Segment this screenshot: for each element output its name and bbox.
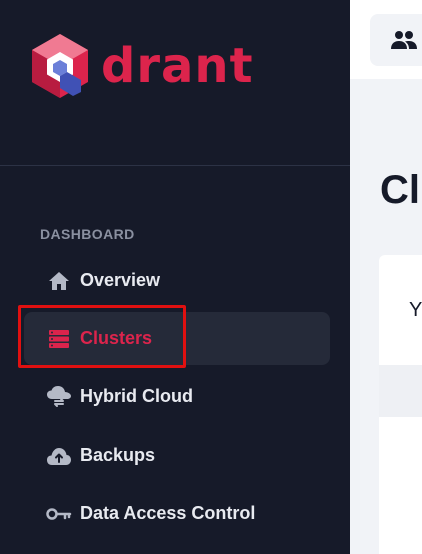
sidebar-item-label: Backups (80, 445, 156, 465)
page-title: Clu (380, 168, 422, 212)
content-card: Y (379, 255, 422, 554)
main-content: Clu Y (350, 0, 422, 554)
top-bar (350, 0, 422, 79)
sidebar-item-label: Data Access Control (80, 503, 256, 523)
sidebar-item-hybrid-cloud[interactable]: Hybrid Cloud (24, 370, 330, 423)
key-icon (44, 499, 74, 529)
brand-logo[interactable]: drant (29, 32, 253, 100)
sidebar-item-overview[interactable]: Overview (24, 254, 330, 307)
brand-name: drant (101, 38, 254, 94)
section-label-dashboard: DASHBOARD (40, 226, 135, 242)
sidebar-item-backups[interactable]: Backups (24, 429, 330, 482)
qdrant-cube-logo-icon (32, 34, 88, 98)
card-header-band (379, 365, 422, 417)
users-button[interactable] (370, 14, 422, 66)
users-icon (391, 31, 417, 49)
sidebar-item-data-access-control[interactable]: Data Access Control (24, 487, 330, 540)
card-text: Y (409, 299, 422, 321)
sidebar-item-label: Overview (80, 270, 161, 290)
home-icon (44, 266, 74, 296)
sidebar-item-label: Hybrid Cloud (80, 386, 193, 406)
hybrid-cloud-icon (44, 382, 74, 412)
sidebar: drant DASHBOARD Overview Clusters Hybrid… (0, 0, 350, 554)
cloud-upload-icon (44, 441, 74, 471)
sidebar-divider (0, 165, 350, 166)
sidebar-item-label: Clusters (80, 328, 153, 348)
sidebar-item-clusters[interactable]: Clusters (24, 312, 330, 365)
clusters-icon (44, 324, 74, 354)
